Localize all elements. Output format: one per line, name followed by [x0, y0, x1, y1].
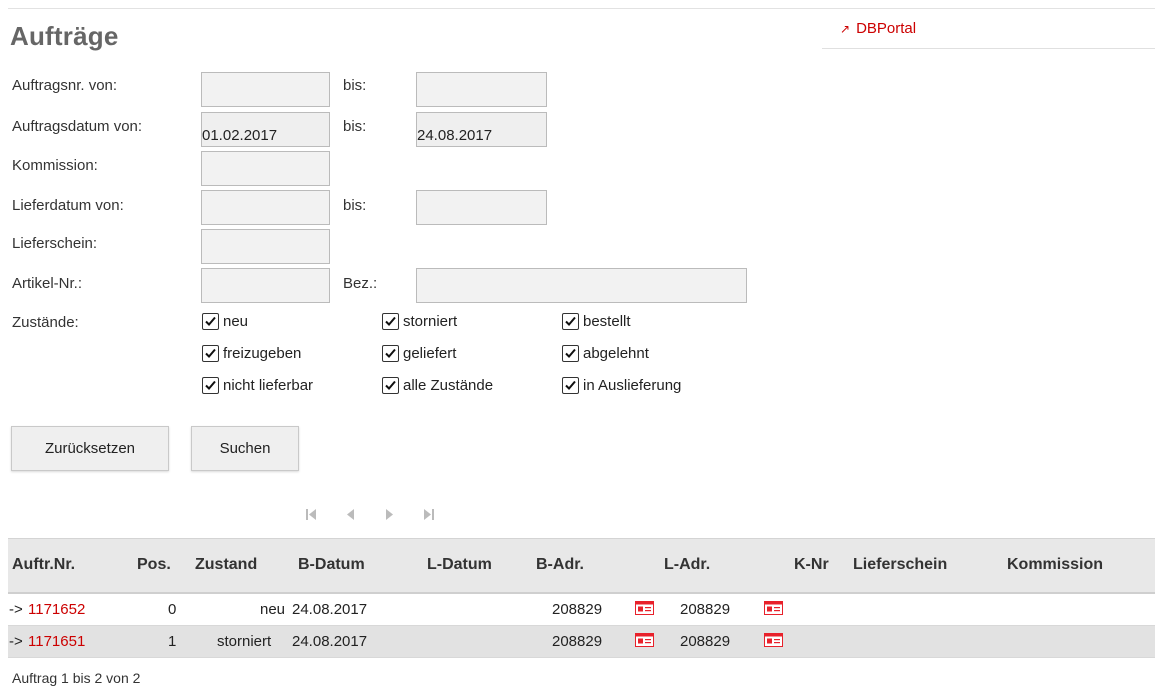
checkbox-storniert[interactable]: storniert	[382, 313, 457, 330]
row-l-adr: 208829	[680, 633, 731, 650]
checkbox-checked-icon	[562, 313, 579, 330]
checkbox-checked-icon	[382, 345, 399, 362]
checkbox-label: storniert	[403, 313, 458, 330]
top-divider	[8, 8, 1155, 9]
order-number-link[interactable]: 1171651	[28, 633, 85, 650]
col-header-zustand[interactable]: Zustand	[195, 556, 257, 574]
col-header-l-datum[interactable]: L-Datum	[427, 556, 492, 574]
dbportal-link[interactable]: ↗ DBPortal	[840, 20, 916, 37]
checkbox-checked-icon	[382, 377, 399, 394]
search-button[interactable]: Suchen	[191, 426, 299, 471]
checkbox-label: abgelehnt	[583, 345, 649, 362]
first-page-icon[interactable]	[300, 504, 320, 524]
checkbox-checked-icon	[202, 345, 219, 362]
table-row[interactable]: -> 1171652 0 neu 24.08.2017 208829 20882…	[8, 594, 1155, 626]
prev-page-icon[interactable]	[340, 504, 360, 524]
page-title: Aufträge	[10, 21, 119, 51]
kommission-input[interactable]	[201, 151, 330, 186]
checkbox-freizugeben[interactable]: freizugeben	[202, 345, 301, 362]
reset-button[interactable]: Zurücksetzen	[11, 426, 169, 471]
dbportal-link-label: DBPortal	[856, 20, 917, 37]
checkbox-label: geliefert	[403, 345, 457, 362]
next-page-icon[interactable]	[380, 504, 400, 524]
external-link-icon: ↗	[840, 22, 851, 36]
lieferdatum-bis-label: bis:	[343, 197, 367, 214]
checkbox-label: bestellt	[583, 313, 631, 330]
lieferdatum-bis-input[interactable]	[416, 190, 547, 225]
col-header-kommission[interactable]: Kommission	[1007, 556, 1103, 574]
address-card-icon[interactable]	[635, 601, 654, 615]
col-header-k-nr[interactable]: K-Nr	[794, 556, 829, 574]
checkbox-alle-zustaende[interactable]: alle Zustände	[382, 377, 493, 394]
row-zustand: storniert	[217, 633, 272, 650]
col-header-lieferschein[interactable]: Lieferschein	[853, 556, 947, 574]
row-b-adr: 208829	[552, 633, 603, 650]
results-summary: Auftrag 1 bis 2 von 2	[12, 670, 141, 686]
checkbox-label: nicht lieferbar	[223, 377, 314, 394]
checkbox-nicht-lieferbar[interactable]: nicht lieferbar	[202, 377, 313, 394]
last-page-icon[interactable]	[420, 504, 440, 524]
artikel-input[interactable]	[201, 268, 330, 303]
auftragsdatum-label: Auftragsdatum von:	[12, 118, 143, 135]
col-header-b-datum[interactable]: B-Datum	[298, 556, 365, 574]
checkbox-checked-icon	[202, 377, 219, 394]
address-card-icon[interactable]	[764, 633, 783, 647]
zustaende-label: Zustände:	[12, 314, 79, 331]
row-b-adr: 208829	[552, 601, 603, 618]
checkbox-checked-icon	[562, 377, 579, 394]
row-arrow: ->	[9, 601, 23, 618]
row-arrow: ->	[9, 633, 23, 650]
pagination	[300, 504, 440, 524]
col-header-b-adr[interactable]: B-Adr.	[536, 556, 584, 574]
auftragsdatum-bis-input[interactable]	[416, 112, 547, 147]
table-header: Auftr.Nr. Pos. Zustand B-Datum L-Datum B…	[8, 538, 1155, 594]
row-l-adr: 208829	[680, 601, 731, 618]
table-row[interactable]: -> 1171651 1 storniert 24.08.2017 208829…	[8, 626, 1155, 658]
checkbox-abgelehnt[interactable]: abgelehnt	[562, 345, 649, 362]
checkbox-label: alle Zustände	[403, 377, 494, 394]
address-card-icon[interactable]	[764, 601, 783, 615]
artikel-label: Artikel-Nr.:	[12, 275, 83, 292]
auftragsdatum-bis-label: bis:	[343, 118, 367, 135]
auftragsdatum-von-input[interactable]	[201, 112, 330, 147]
lieferschein-input[interactable]	[201, 229, 330, 264]
checkbox-checked-icon	[382, 313, 399, 330]
kommission-label: Kommission:	[12, 157, 98, 174]
address-card-icon[interactable]	[635, 633, 654, 647]
checkbox-checked-icon	[202, 313, 219, 330]
lieferdatum-von-input[interactable]	[201, 190, 330, 225]
row-b-datum: 24.08.2017	[292, 633, 368, 650]
checkbox-label: freizugeben	[223, 345, 302, 362]
checkbox-label: neu	[223, 313, 249, 330]
auftragsnr-bis-input[interactable]	[416, 72, 547, 107]
order-number-link[interactable]: 1171652	[28, 601, 85, 618]
checkbox-bestellt[interactable]: bestellt	[562, 313, 631, 330]
bez-label: Bez.:	[343, 275, 378, 292]
bez-input[interactable]	[416, 268, 747, 303]
col-header-l-adr[interactable]: L-Adr.	[664, 556, 710, 574]
row-b-datum: 24.08.2017	[292, 601, 368, 618]
auftragsnr-von-input[interactable]	[201, 72, 330, 107]
portal-divider	[822, 48, 1155, 49]
orders-page: Aufträge ↗ DBPortal Auftragsnr. von: bis:…	[0, 0, 1155, 691]
col-header-pos[interactable]: Pos.	[137, 556, 171, 574]
checkbox-neu[interactable]: neu	[202, 313, 248, 330]
checkbox-geliefert[interactable]: geliefert	[382, 345, 456, 362]
checkbox-in-auslieferung[interactable]: in Auslieferung	[562, 377, 681, 394]
checkbox-label: in Auslieferung	[583, 377, 682, 394]
row-zustand: neu	[260, 601, 286, 618]
auftragsnr-bis-label: bis:	[343, 77, 367, 94]
row-pos: 0	[168, 601, 177, 618]
orders-table: Auftr.Nr. Pos. Zustand B-Datum L-Datum B…	[8, 538, 1155, 658]
col-header-auftr-nr[interactable]: Auftr.Nr.	[12, 556, 75, 574]
row-pos: 1	[168, 633, 177, 650]
auftragsnr-label: Auftragsnr. von:	[12, 77, 118, 94]
checkbox-checked-icon	[562, 345, 579, 362]
lieferschein-label: Lieferschein:	[12, 235, 98, 252]
lieferdatum-label: Lieferdatum von:	[12, 197, 124, 214]
